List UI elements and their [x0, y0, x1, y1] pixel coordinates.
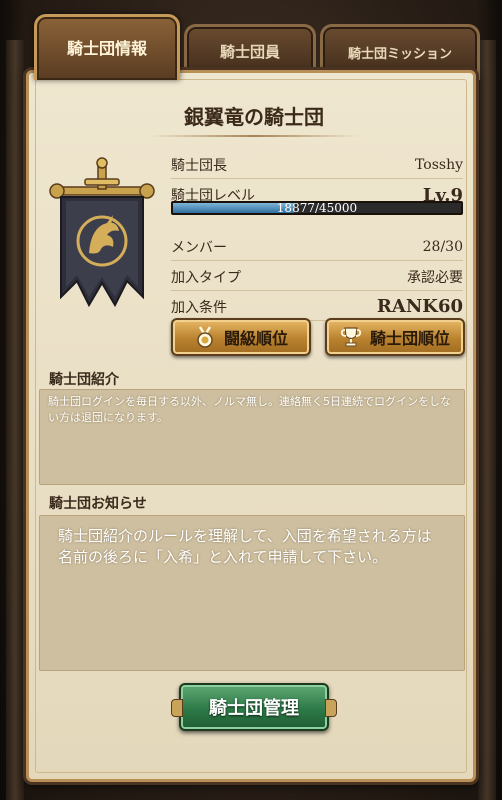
guild-info-panel: 銀翼竜の騎士団 騎士団長 Tosshy 騎士団レベル Lv.9 メンバー 28/…	[26, 70, 476, 782]
guild-notice-text: 騎士団紹介のルールを理解して、入団を希望される方は名前の後ろに「入希」と入れて申…	[39, 515, 465, 671]
member-count: 28/30	[422, 238, 463, 255]
leader-label: 騎士団長	[171, 157, 227, 174]
guild-notice-title: 騎士団お知らせ	[49, 496, 147, 512]
leader-name: Tosshy	[415, 156, 463, 173]
join-type-value: 承認必要	[407, 269, 463, 286]
title-divider	[149, 135, 359, 137]
guild-intro-text: 騎士団ログインを毎日する以外、ノルマ無し。連絡無く5日連続でログインをしない方は…	[39, 389, 465, 485]
join-condition-value: RANK60	[376, 296, 463, 317]
join-type-row: 加入タイプ 承認必要	[171, 263, 463, 291]
join-condition-label: 加入条件	[171, 299, 227, 316]
guild-rank-label: 騎士団順位	[369, 329, 450, 348]
exp-progress-bar: 18877/45000	[171, 201, 463, 215]
leader-row: 騎士団長 Tosshy	[171, 151, 463, 179]
guild-manage-button[interactable]: 騎士団管理	[171, 683, 337, 731]
battle-rank-label: 闘級順位	[223, 329, 288, 348]
left-pillar	[6, 40, 24, 800]
trophy-icon	[340, 326, 362, 348]
battle-rank-button[interactable]: 闘級順位	[171, 318, 311, 356]
right-pillar	[478, 40, 496, 800]
tab-guild-info[interactable]: 騎士団情報	[34, 14, 180, 80]
dragon-banner-emblem-icon	[47, 157, 157, 317]
guild-intro-title: 騎士団紹介	[49, 372, 119, 388]
join-condition-row: 加入条件 RANK60	[171, 293, 463, 321]
medal-icon	[194, 326, 216, 348]
member-label: メンバー	[171, 239, 227, 256]
guild-name: 銀翼竜の騎士団	[184, 105, 324, 129]
join-type-label: 加入タイプ	[171, 269, 241, 286]
member-row: メンバー 28/30	[171, 233, 463, 261]
exp-progress-text: 18877/45000	[276, 201, 358, 215]
guild-rank-button[interactable]: 騎士団順位	[325, 318, 465, 356]
